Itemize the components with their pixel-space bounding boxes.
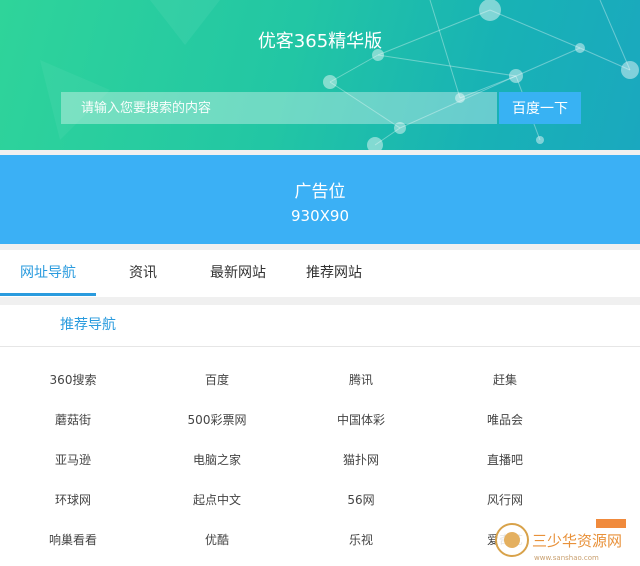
nav-link[interactable]: 唯品会	[445, 411, 565, 428]
nav-link[interactable]: 直播吧	[445, 451, 565, 468]
nav-link[interactable]: 360搜索	[13, 371, 133, 388]
nav-link[interactable]: 响巢看看	[13, 531, 133, 548]
ad-size: 930X90	[291, 207, 349, 225]
nav-link[interactable]: 风行网	[445, 491, 565, 508]
nav-link[interactable]: 电脑之家	[157, 451, 277, 468]
nav-link[interactable]: 乐视	[301, 531, 421, 548]
nav-link[interactable]: 起点中文	[157, 491, 277, 508]
nav-link[interactable]: 亚马逊	[13, 451, 133, 468]
network-background-graphic	[40, 0, 639, 150]
panel-title: 推荐导航	[60, 317, 116, 333]
tab-recommended-sites[interactable]: 推荐网站	[294, 250, 374, 297]
nav-link[interactable]: 腾讯	[301, 371, 421, 388]
watermark-url: www.sanshao.com	[534, 554, 599, 562]
nav-link[interactable]: 蘑菇街	[13, 411, 133, 428]
header-banner: 优客365精华版	[0, 0, 640, 150]
watermark-logo: 三少华资源网 www.sanshao.com	[495, 519, 626, 562]
nav-link[interactable]: 百度	[157, 371, 277, 388]
watermark-text: 三少华资源网	[532, 532, 622, 550]
tab-site-nav[interactable]: 网址导航	[0, 250, 96, 297]
tab-latest-sites[interactable]: 最新网站	[198, 250, 278, 297]
nav-link[interactable]: 优酷	[157, 531, 277, 548]
tab-bar: 网址导航 资讯 最新网站 推荐网站	[0, 250, 640, 297]
panel-header: 推荐导航	[0, 305, 640, 347]
nav-link[interactable]: 猫扑网	[301, 451, 421, 468]
nav-link[interactable]: 500彩票网	[157, 411, 277, 428]
ad-banner[interactable]: 广告位 930X90	[0, 155, 640, 244]
search-input[interactable]	[61, 92, 497, 124]
ad-label: 广告位	[294, 182, 346, 202]
site-title: 优客365精华版	[257, 31, 383, 52]
active-tab-indicator	[0, 293, 96, 296]
tab-news[interactable]: 资讯	[112, 250, 174, 297]
nav-link[interactable]: 环球网	[13, 491, 133, 508]
search-button[interactable]: 百度一下	[499, 92, 581, 124]
nav-link[interactable]: 赶集	[445, 371, 565, 388]
nav-link[interactable]: 中国体彩	[301, 411, 421, 428]
nav-link[interactable]: 56网	[301, 491, 421, 508]
